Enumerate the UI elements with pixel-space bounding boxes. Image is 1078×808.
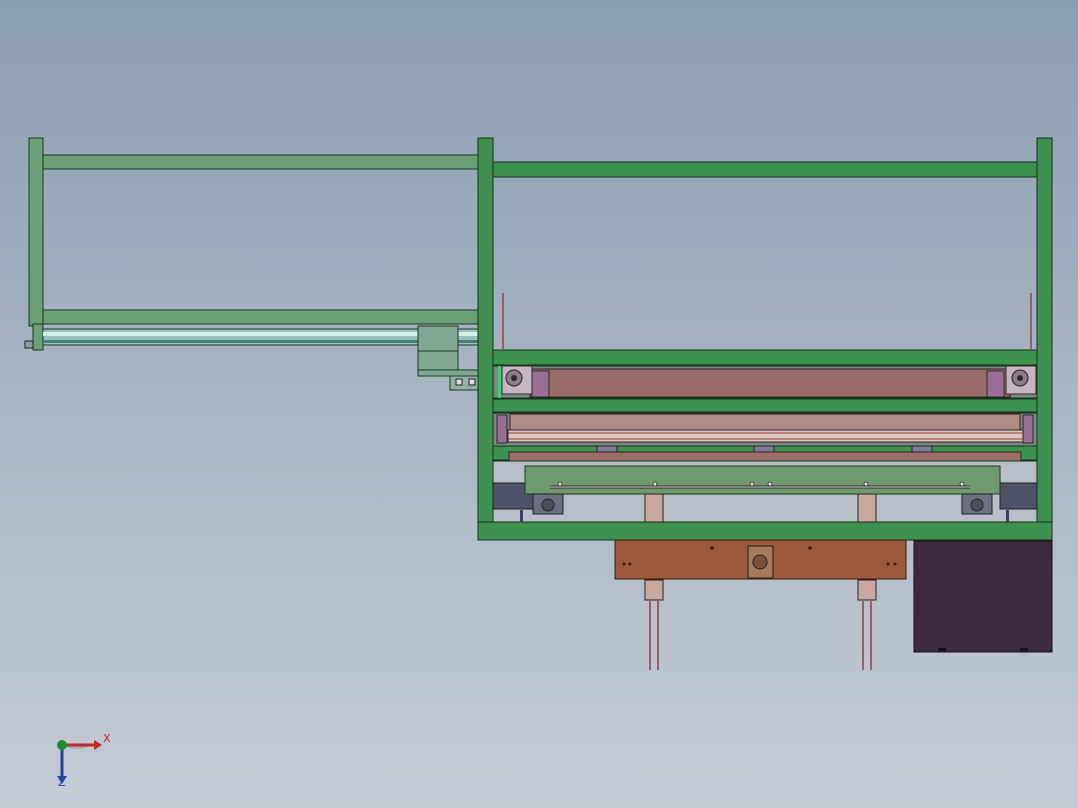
middle-roller-assembly[interactable] bbox=[492, 412, 1038, 466]
upper-roller-assembly[interactable] bbox=[492, 365, 1038, 399]
bottom-plate[interactable] bbox=[614, 539, 907, 670]
lower-carriage[interactable] bbox=[492, 460, 1038, 523]
control-cabinet[interactable] bbox=[913, 540, 1053, 653]
axis-z-label: Z bbox=[58, 776, 66, 789]
left-frame[interactable] bbox=[24, 137, 484, 391]
assembly-drawing[interactable] bbox=[0, 0, 1078, 808]
axis-x-label: X bbox=[103, 732, 111, 745]
axis-y-arrow-icon bbox=[57, 740, 67, 750]
cad-viewport[interactable]: X Y Z bbox=[0, 0, 1078, 808]
